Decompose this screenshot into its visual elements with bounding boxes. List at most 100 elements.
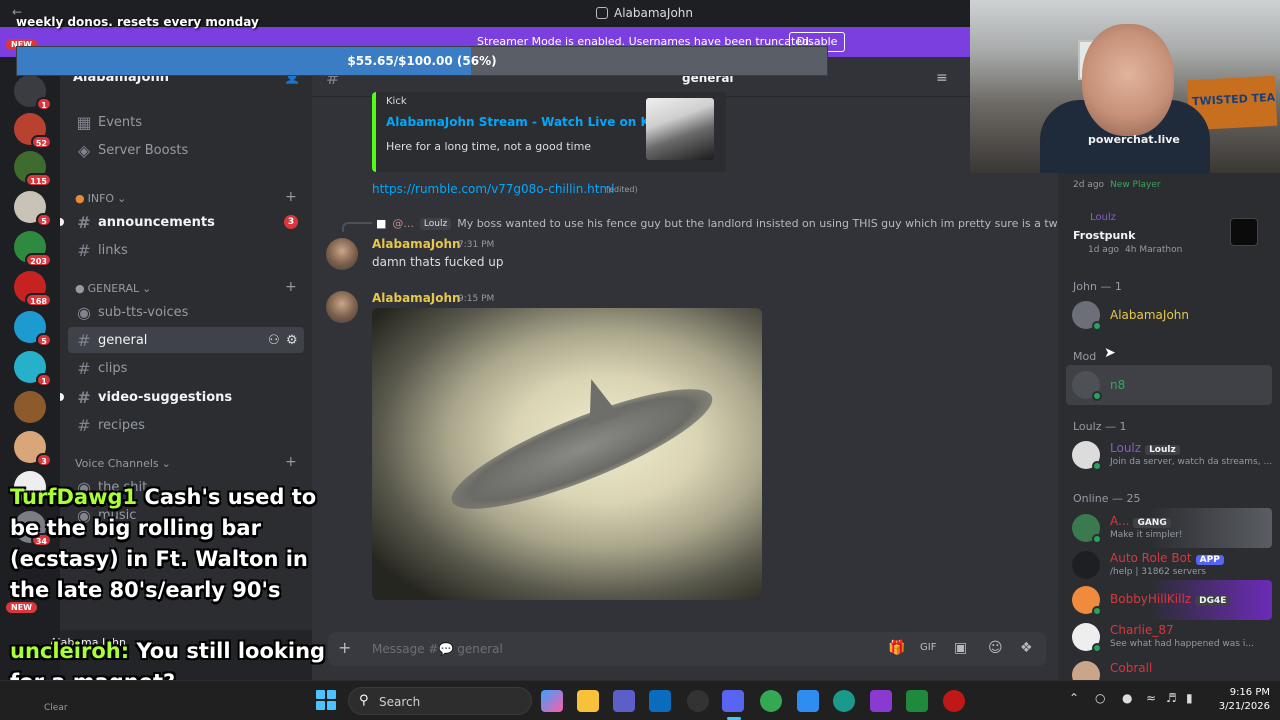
chevron-down-icon: ⌄ [142, 282, 152, 295]
embed-provider: Kick [386, 96, 407, 107]
member-name: Loulz Loulz [1110, 441, 1180, 455]
member-cobrall[interactable]: Cobrall [1066, 655, 1272, 680]
edge-icon[interactable] [833, 690, 855, 712]
remote-icon[interactable] [797, 690, 819, 712]
chevron-up-icon[interactable]: ⌃ [1069, 691, 1079, 705]
battery-icon[interactable]: ▮ [1186, 691, 1193, 705]
chat-username: TurfDawg1 [10, 485, 138, 509]
message-author[interactable]: AlabamaJohn [372, 237, 461, 251]
category-voice[interactable]: Voice Channels ⌄ [75, 457, 171, 470]
search-label: Search [379, 695, 421, 709]
headphones-icon: ● [75, 282, 85, 295]
member-name: A... GANG [1110, 514, 1171, 528]
channel-label: links [98, 242, 128, 258]
server-icon-1[interactable]: 1 [14, 75, 52, 111]
microphone-icon[interactable]: ● [1122, 691, 1132, 705]
chrome-icon[interactable] [760, 690, 782, 712]
member-bobbyhillkillz[interactable]: BobbyHillKillz DG4E [1066, 580, 1272, 620]
add-member-icon[interactable]: ⚇ [268, 333, 280, 348]
member-charlie[interactable]: Charlie_87 See what had happened was i..… [1066, 617, 1272, 657]
channel-recipes[interactable]: # recipes [68, 412, 304, 438]
activity-game: Frostpunk [1073, 229, 1136, 242]
server-icon-6[interactable]: 168 [14, 271, 52, 307]
server-icon-3[interactable]: 115 [14, 151, 52, 187]
link-embed: Kick AlabamaJohn Stream - Watch Live on … [372, 92, 726, 172]
member-auto-role-bot[interactable]: Auto Role Bot APP /help | 31862 servers [1066, 545, 1272, 585]
teams-icon[interactable] [613, 690, 635, 712]
store-icon[interactable] [649, 690, 671, 712]
member-loulz[interactable]: Loulz Loulz Join da server, watch da stre… [1066, 435, 1272, 475]
channel-general[interactable]: # general ⚇ ⚙ [68, 327, 304, 353]
window-title-text: AlabamaJohn [614, 6, 694, 20]
channel-announcements[interactable]: # announcements [68, 209, 304, 235]
gif-icon[interactable]: GIF [920, 642, 936, 653]
sticker-icon[interactable]: ▣ [954, 640, 967, 656]
channel-clips[interactable]: # clips [68, 355, 304, 381]
clock-time: 9:16 PM [1229, 687, 1270, 698]
member-name: AlabamaJohn [1110, 308, 1190, 322]
message-avatar[interactable] [326, 291, 358, 323]
hash-icon: # [77, 212, 91, 232]
reply-avatar-icon: ■ [376, 217, 387, 230]
face-shape [1082, 24, 1174, 136]
activity-meta: 1d ago 4h Marathon [1088, 245, 1183, 255]
discord-taskbar-icon[interactable] [722, 690, 744, 712]
wifi-icon[interactable]: ≈ [1146, 691, 1156, 705]
excel-icon[interactable] [906, 690, 928, 712]
chevron-down-icon: ⌄ [117, 192, 127, 205]
server-icon-8[interactable]: 1 [14, 351, 52, 387]
member-gang[interactable]: A... GANG Make it simpler! [1066, 508, 1272, 548]
message-avatar[interactable] [326, 238, 358, 270]
category-info[interactable]: ● INFO ⌄ [75, 192, 126, 205]
windows-start-icon[interactable] [316, 690, 336, 710]
apps-icon[interactable]: ❖ [1020, 640, 1033, 656]
message-author[interactable]: AlabamaJohn [372, 291, 461, 305]
volume-icon[interactable]: ♬ [1166, 691, 1177, 705]
server-icon-2[interactable]: 52 [14, 113, 52, 149]
add-channel-icon[interactable]: + [285, 189, 297, 205]
clock[interactable]: 9:16 PM 3/21/2026 [1200, 686, 1270, 714]
reply-text: My boss wanted to use his fence guy but … [457, 217, 1089, 230]
embed-title-link[interactable]: AlabamaJohn Stream - Watch Live on Kick [386, 115, 669, 129]
online-status-icon [1092, 391, 1102, 401]
category-general[interactable]: ● GENERAL ⌄ [75, 282, 151, 295]
member-alabamajohn[interactable]: AlabamaJohn [1066, 295, 1272, 335]
server-icon-4[interactable]: 5 [14, 191, 52, 227]
server-icon-9[interactable] [14, 391, 46, 423]
weather-widget-text[interactable]: Clear [44, 703, 68, 713]
taskbar-search[interactable]: ⚲ Search [348, 687, 532, 715]
message-link[interactable]: https://rumble.com/v77g08o-chillin.html [372, 182, 615, 196]
server-icon-5[interactable]: 203 [14, 231, 52, 267]
file-explorer-icon[interactable] [577, 690, 599, 712]
server-icon-10[interactable]: 3 [14, 431, 52, 467]
embed-thumbnail[interactable] [646, 98, 714, 160]
activity-user[interactable]: Loulz [1090, 212, 1116, 223]
sidebar-item-server-boosts[interactable]: ◈ Server Boosts [68, 137, 304, 163]
add-channel-icon[interactable]: + [285, 454, 297, 470]
gift-icon[interactable]: 🎁 [888, 640, 905, 656]
network-icon[interactable]: ○ [1095, 691, 1105, 705]
channel-video-suggestions[interactable]: # video-suggestions [68, 384, 304, 410]
member-n8[interactable]: n8 [1066, 365, 1272, 405]
sidebar-item-events[interactable]: ▦ Events [68, 109, 304, 135]
obs-icon[interactable] [687, 690, 709, 712]
message-composer[interactable]: + Message #💬 general 🎁 GIF ▣ ☺ ❖ [328, 632, 1046, 666]
server-icon [596, 7, 608, 19]
app-icon[interactable] [870, 690, 892, 712]
server-icon-7[interactable]: 5 [14, 311, 52, 347]
message-timestamp: 7:31 PM [458, 240, 495, 250]
emoji-icon[interactable]: ☺ [988, 640, 1003, 656]
message-image[interactable] [372, 308, 762, 600]
channel-links[interactable]: # links [68, 237, 304, 263]
message-text: damn thats fucked up [372, 255, 504, 269]
copilot-icon[interactable] [541, 690, 563, 712]
channel-label: sub-tts-voices [98, 304, 189, 320]
channel-sub-tts-voices[interactable]: ◉ sub-tts-voices [68, 299, 304, 325]
add-channel-icon[interactable]: + [285, 279, 297, 295]
threads-icon[interactable]: ≡ [936, 70, 948, 86]
record-icon[interactable] [943, 690, 965, 712]
frostpunk-icon[interactable] [1230, 218, 1258, 246]
reply-reference[interactable]: ■ @... Loulz My boss wanted to use his f… [376, 217, 1088, 230]
gear-icon[interactable]: ⚙ [286, 333, 298, 348]
server-badge: 5 [36, 333, 52, 347]
